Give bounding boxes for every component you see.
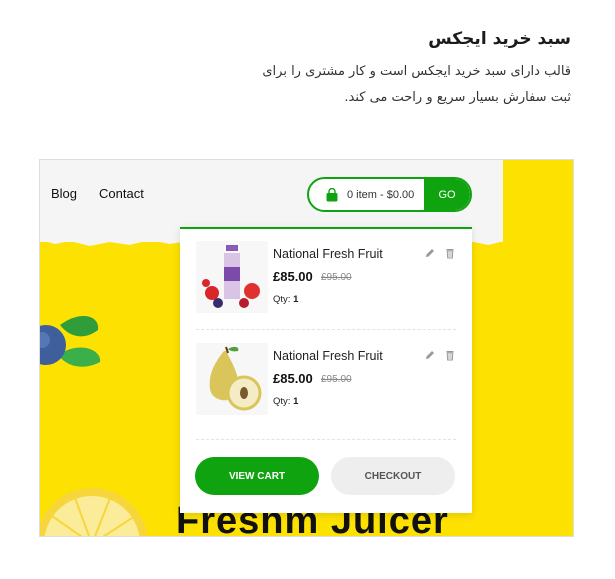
product-price: £85.00 xyxy=(273,269,313,284)
cart-summary: 0 item - $0.00 xyxy=(347,188,415,201)
shopping-bag-icon xyxy=(326,187,338,201)
product-qty: Qty: 1 xyxy=(273,294,298,305)
lemon-slice-image xyxy=(40,488,148,536)
intro-line-2: ثبت سفارش بسیار سریع و راحت می کند. xyxy=(344,90,571,105)
cart-item: National Fresh Fruit £85.00 £95.00 Qty: … xyxy=(196,343,458,423)
pear-image xyxy=(196,343,268,415)
juice-bottle-image xyxy=(196,241,268,313)
cart-dropdown: National Fresh Fruit £85.00 £95.00 Qty: … xyxy=(180,227,472,513)
intro-line-1: قالب دارای سبد خرید ایجکس است و کار مشتر… xyxy=(262,64,571,79)
view-cart-button[interactable]: VIEW CART xyxy=(195,457,319,495)
trash-icon[interactable] xyxy=(444,349,456,361)
nav-contact[interactable]: Contact xyxy=(99,186,144,201)
cart-item: National Fresh Fruit £85.00 £95.00 Qty: … xyxy=(196,241,458,321)
intro-block: سبد خرید ایجکس قالب دارای سبد خرید ایجکس… xyxy=(241,22,571,111)
main-nav: Blog Contact xyxy=(51,186,144,201)
product-name[interactable]: National Fresh Fruit xyxy=(273,247,383,261)
blueberry-leaves-image xyxy=(40,315,101,367)
checkout-button[interactable]: CHECKOUT xyxy=(331,457,455,495)
intro-description: قالب دارای سبد خرید ایجکس است و کار مشتر… xyxy=(241,59,571,111)
product-price: £85.00 xyxy=(273,371,313,386)
qty-value: 1 xyxy=(293,294,299,305)
shop-screenshot: Blog Contact 0 item - $0.00 GO Freshm Ju… xyxy=(39,159,574,537)
product-old-price: £95.00 xyxy=(321,272,352,283)
item-divider xyxy=(196,439,456,440)
qty-label: Qty: xyxy=(273,396,291,407)
edit-pencil-icon[interactable] xyxy=(424,349,436,361)
intro-title: سبد خرید ایجکس xyxy=(428,29,571,49)
qty-value: 1 xyxy=(293,396,299,407)
edit-pencil-icon[interactable] xyxy=(424,247,436,259)
mini-cart-bar[interactable]: 0 item - $0.00 GO xyxy=(307,177,472,212)
product-qty: Qty: 1 xyxy=(273,396,298,407)
trash-icon[interactable] xyxy=(444,247,456,259)
qty-label: Qty: xyxy=(273,294,291,305)
item-divider xyxy=(196,329,456,330)
product-name[interactable]: National Fresh Fruit xyxy=(273,349,383,363)
nav-blog[interactable]: Blog xyxy=(51,186,77,201)
yellow-strip xyxy=(503,160,573,536)
product-old-price: £95.00 xyxy=(321,374,352,385)
go-button[interactable]: GO xyxy=(424,179,470,210)
